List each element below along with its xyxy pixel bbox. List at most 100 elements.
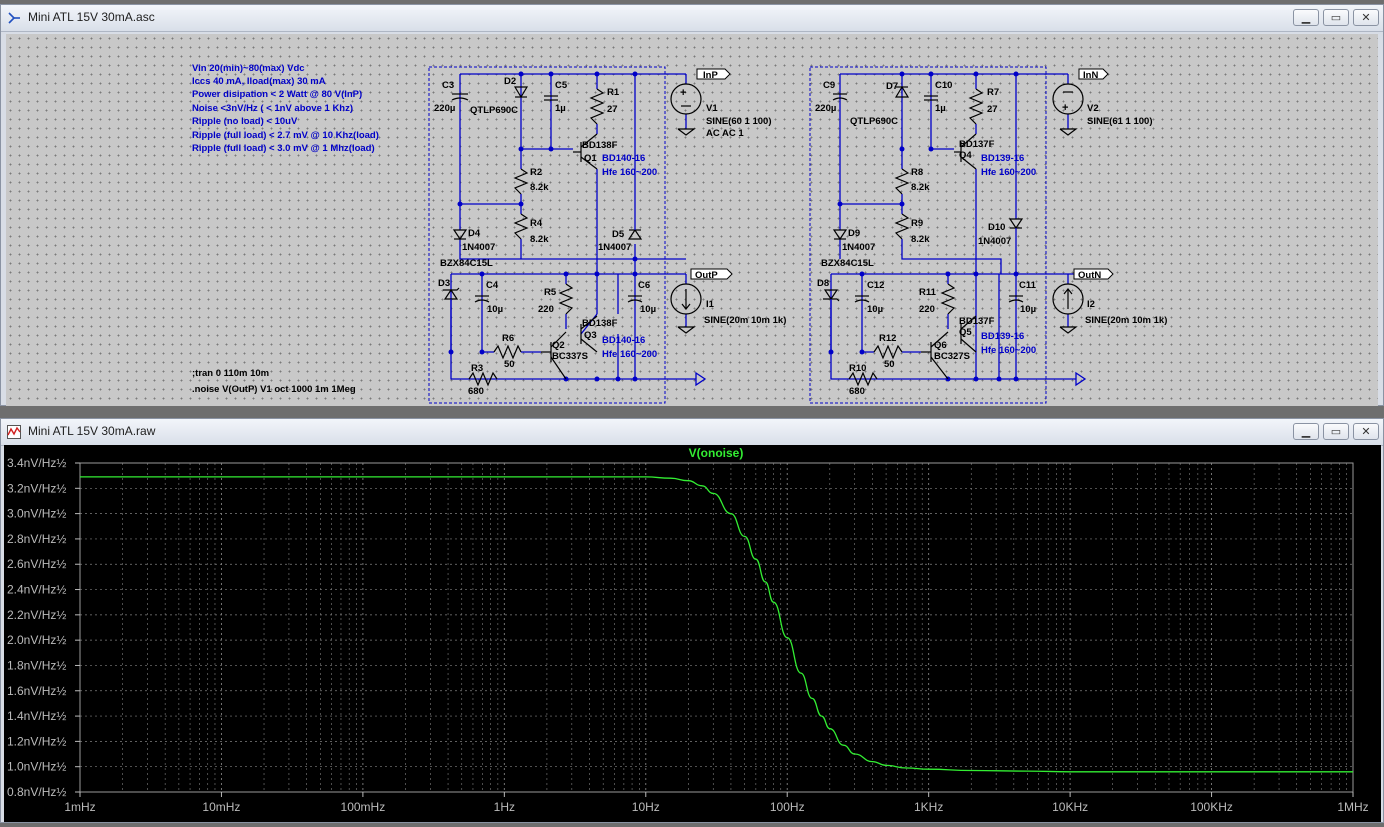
- d8-label: D8: [817, 278, 829, 289]
- c12-value: 10µ: [867, 304, 883, 315]
- resistor-icon[interactable]: [558, 283, 574, 315]
- q5-type: BD137F: [959, 316, 995, 327]
- note-line: Vin 20(min)~80(max) Vdc: [192, 63, 305, 74]
- r3-value: 680: [468, 386, 484, 397]
- q1-label: Q1: [584, 153, 597, 164]
- component-labels: C9 220µ D7 QTLP690C C10 1µ R7 27 BD137F …: [815, 80, 1167, 397]
- c5-label: C5: [555, 80, 568, 91]
- q4-hfe: Hfe 160~200: [981, 167, 1036, 178]
- schematic-drawing: Vin 20(min)~80(max) Vdc Iccs 40 mA, Iloa…: [192, 63, 1167, 404]
- y-axis-ticks: 3.4nV/Hz½ 3.2nV/Hz½ 3.0nV/Hz½ 2.8nV/Hz½ 2.6n…: [7, 456, 80, 799]
- left-regulator: + InP OutP C3 220µ D2 QTLP690C C5 1µ R1 …: [428, 66, 786, 404]
- chart-grid: [79, 462, 1353, 793]
- r11-label: R11: [919, 287, 937, 298]
- net-label-outn[interactable]: OutN: [1073, 268, 1114, 281]
- schematic-file-icon: [8, 12, 20, 24]
- r12-value: 50: [884, 359, 895, 370]
- y-tick-label: 1.4nV/Hz½: [7, 709, 66, 723]
- q3-part: BD140-16: [602, 335, 645, 346]
- noise-directive[interactable]: .noise V(OutP) V1 oct 1000 1m 1Meg: [192, 384, 356, 395]
- svg-text:InP: InP: [703, 70, 718, 81]
- net-label-inn[interactable]: InN: [1078, 68, 1109, 81]
- schematic-canvas[interactable]: Vin 20(min)~80(max) Vdc Iccs 40 mA, Iloa…: [6, 34, 1378, 406]
- x-tick-label: 1KHz: [914, 800, 943, 814]
- c9-value: 220µ: [815, 103, 836, 114]
- noise-chart[interactable]: 3.4nV/Hz½ 3.2nV/Hz½ 3.0nV/Hz½ 2.8nV/Hz½ 2.6n…: [4, 445, 1381, 822]
- minimize-icon: ▁: [1301, 426, 1311, 438]
- net-label-inp[interactable]: InP: [696, 68, 731, 81]
- note-line: Ripple (no load) < 10uV: [192, 116, 298, 127]
- y-tick-label: 2.4nV/Hz½: [7, 583, 66, 597]
- c6-value: 10µ: [640, 304, 656, 315]
- q4-part: BD139-16: [981, 153, 1024, 164]
- diode-icon[interactable]: [627, 224, 643, 240]
- d4-label: D4: [468, 228, 481, 239]
- y-tick-label: 1.0nV/Hz½: [7, 760, 66, 774]
- schematic-maximize-button[interactable]: ▭: [1323, 9, 1349, 26]
- diode-icon[interactable]: [452, 229, 468, 241]
- x-tick-label: 100mHz: [341, 800, 386, 814]
- close-icon: ✕: [1361, 12, 1371, 24]
- waveform-minimize-button[interactable]: ▁: [1293, 423, 1319, 440]
- zener-diode-icon[interactable]: [823, 289, 840, 352]
- d3-label: D3: [438, 278, 450, 289]
- svg-text:+: +: [680, 87, 686, 99]
- resistor-icon[interactable]: [513, 213, 529, 240]
- y-tick-label: 3.4nV/Hz½: [7, 456, 66, 470]
- trace-label[interactable]: V(onoise): [689, 446, 744, 460]
- resistor-icon[interactable]: [940, 283, 956, 315]
- d8-value: BZX84C15L: [821, 258, 874, 269]
- diode-icon[interactable]: [1008, 218, 1024, 234]
- r10-label: R10: [849, 363, 866, 374]
- waveform-maximize-button[interactable]: ▭: [1323, 423, 1349, 440]
- svg-text:OutN: OutN: [1078, 270, 1101, 281]
- schematic-minimize-button[interactable]: ▁: [1293, 9, 1319, 26]
- x-tick-label: 10KHz: [1052, 800, 1088, 814]
- schematic-close-button[interactable]: ✕: [1353, 9, 1379, 26]
- waveform-close-button[interactable]: ✕: [1353, 423, 1379, 440]
- x-tick-label: 1MHz: [1337, 800, 1368, 814]
- r9-value: 8.2k: [911, 234, 930, 245]
- y-tick-label: 2.2nV/Hz½: [7, 608, 66, 622]
- note-line: Power disipation < 2 Watt @ 80 V(InP): [192, 89, 362, 100]
- right-regulator: + InN OutN C9 220µ D7 QTLP690C C10 1µ R7…: [809, 66, 1167, 404]
- waveform-window-title: Mini ATL 15V 30mA.raw: [28, 424, 156, 438]
- q2-value: BC337S: [552, 351, 588, 362]
- q1-type: BD138F: [582, 140, 618, 151]
- close-icon: ✕: [1361, 426, 1371, 438]
- diode-icon[interactable]: [832, 229, 848, 241]
- r4-label: R4: [530, 218, 543, 229]
- c9-label: C9: [823, 80, 835, 91]
- net-label-outp[interactable]: OutP: [690, 268, 733, 281]
- maximize-icon: ▭: [1330, 12, 1342, 24]
- waveform-plot-pane[interactable]: 3.4nV/Hz½ 3.2nV/Hz½ 3.0nV/Hz½ 2.8nV/Hz½ 2.6n…: [4, 445, 1381, 822]
- q6-value: BC327S: [934, 351, 970, 362]
- i1-value: SINE(20m 10m 1k): [704, 315, 786, 326]
- x-tick-label: 100KHz: [1190, 800, 1233, 814]
- y-tick-label: 2.0nV/Hz½: [7, 633, 66, 647]
- r2-value: 8.2k: [530, 182, 549, 193]
- q2-label: Q2: [552, 340, 565, 351]
- q5-label: Q5: [959, 327, 972, 338]
- resistor-icon[interactable]: [894, 213, 910, 240]
- resistor-icon[interactable]: [873, 344, 903, 360]
- resistor-icon[interactable]: [968, 88, 984, 125]
- r10-value: 680: [849, 386, 865, 397]
- r1-label: R1: [607, 87, 620, 98]
- c3-label: C3: [442, 80, 454, 91]
- waveform-titlebar[interactable]: Mini ATL 15V 30mA.raw ▁ ▭ ✕: [1, 419, 1383, 446]
- resistor-icon[interactable]: [589, 88, 605, 125]
- noise-trace[interactable]: [79, 476, 1353, 773]
- resistor-icon[interactable]: [894, 168, 910, 195]
- c4-value: 10µ: [487, 304, 503, 315]
- waveform-file-icon: [7, 425, 21, 439]
- tran-directive[interactable]: ;tran 0 110m 10m: [192, 368, 269, 379]
- resistor-icon[interactable]: [493, 344, 522, 360]
- schematic-window-title: Mini ATL 15V 30mA.asc: [28, 10, 155, 24]
- schematic-titlebar[interactable]: Mini ATL 15V 30mA.asc ▁ ▭ ✕: [1, 5, 1383, 32]
- note-line: Iccs 40 mA, Iload(max) 30 mA: [192, 76, 326, 87]
- resistor-icon[interactable]: [513, 168, 529, 195]
- v1-label: V1: [706, 103, 718, 114]
- c6-label: C6: [638, 280, 650, 291]
- c12-label: C12: [867, 280, 884, 291]
